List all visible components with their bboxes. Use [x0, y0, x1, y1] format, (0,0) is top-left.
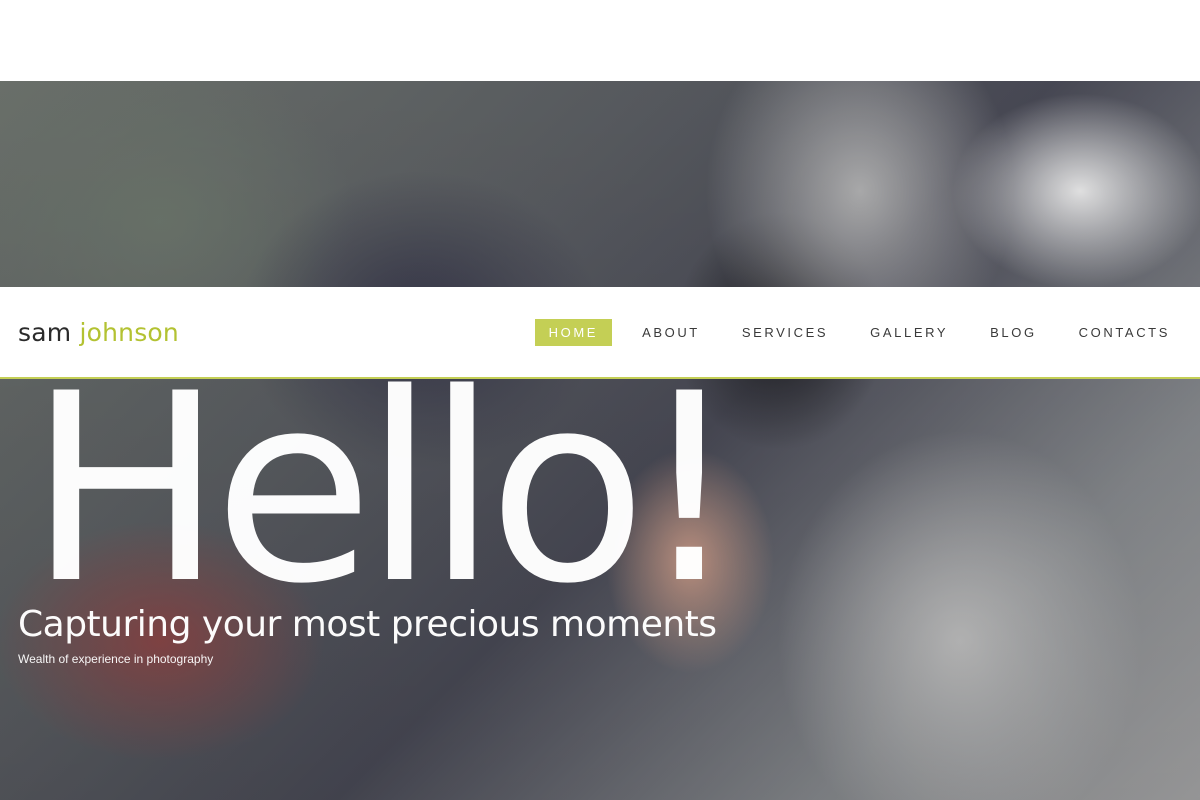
nav-gallery[interactable]: GALLERY: [858, 319, 960, 346]
nav-services[interactable]: SERVICES: [730, 319, 840, 346]
nav-contacts[interactable]: CONTACTS: [1067, 319, 1182, 346]
hero-headline: Hello!: [28, 339, 741, 641]
nav-blog[interactable]: BLOG: [978, 319, 1049, 346]
top-whitespace: [0, 0, 1200, 81]
hero-tagline: Capturing your most precious moments: [18, 604, 717, 645]
hero-subline: Wealth of experience in photography: [18, 652, 214, 666]
